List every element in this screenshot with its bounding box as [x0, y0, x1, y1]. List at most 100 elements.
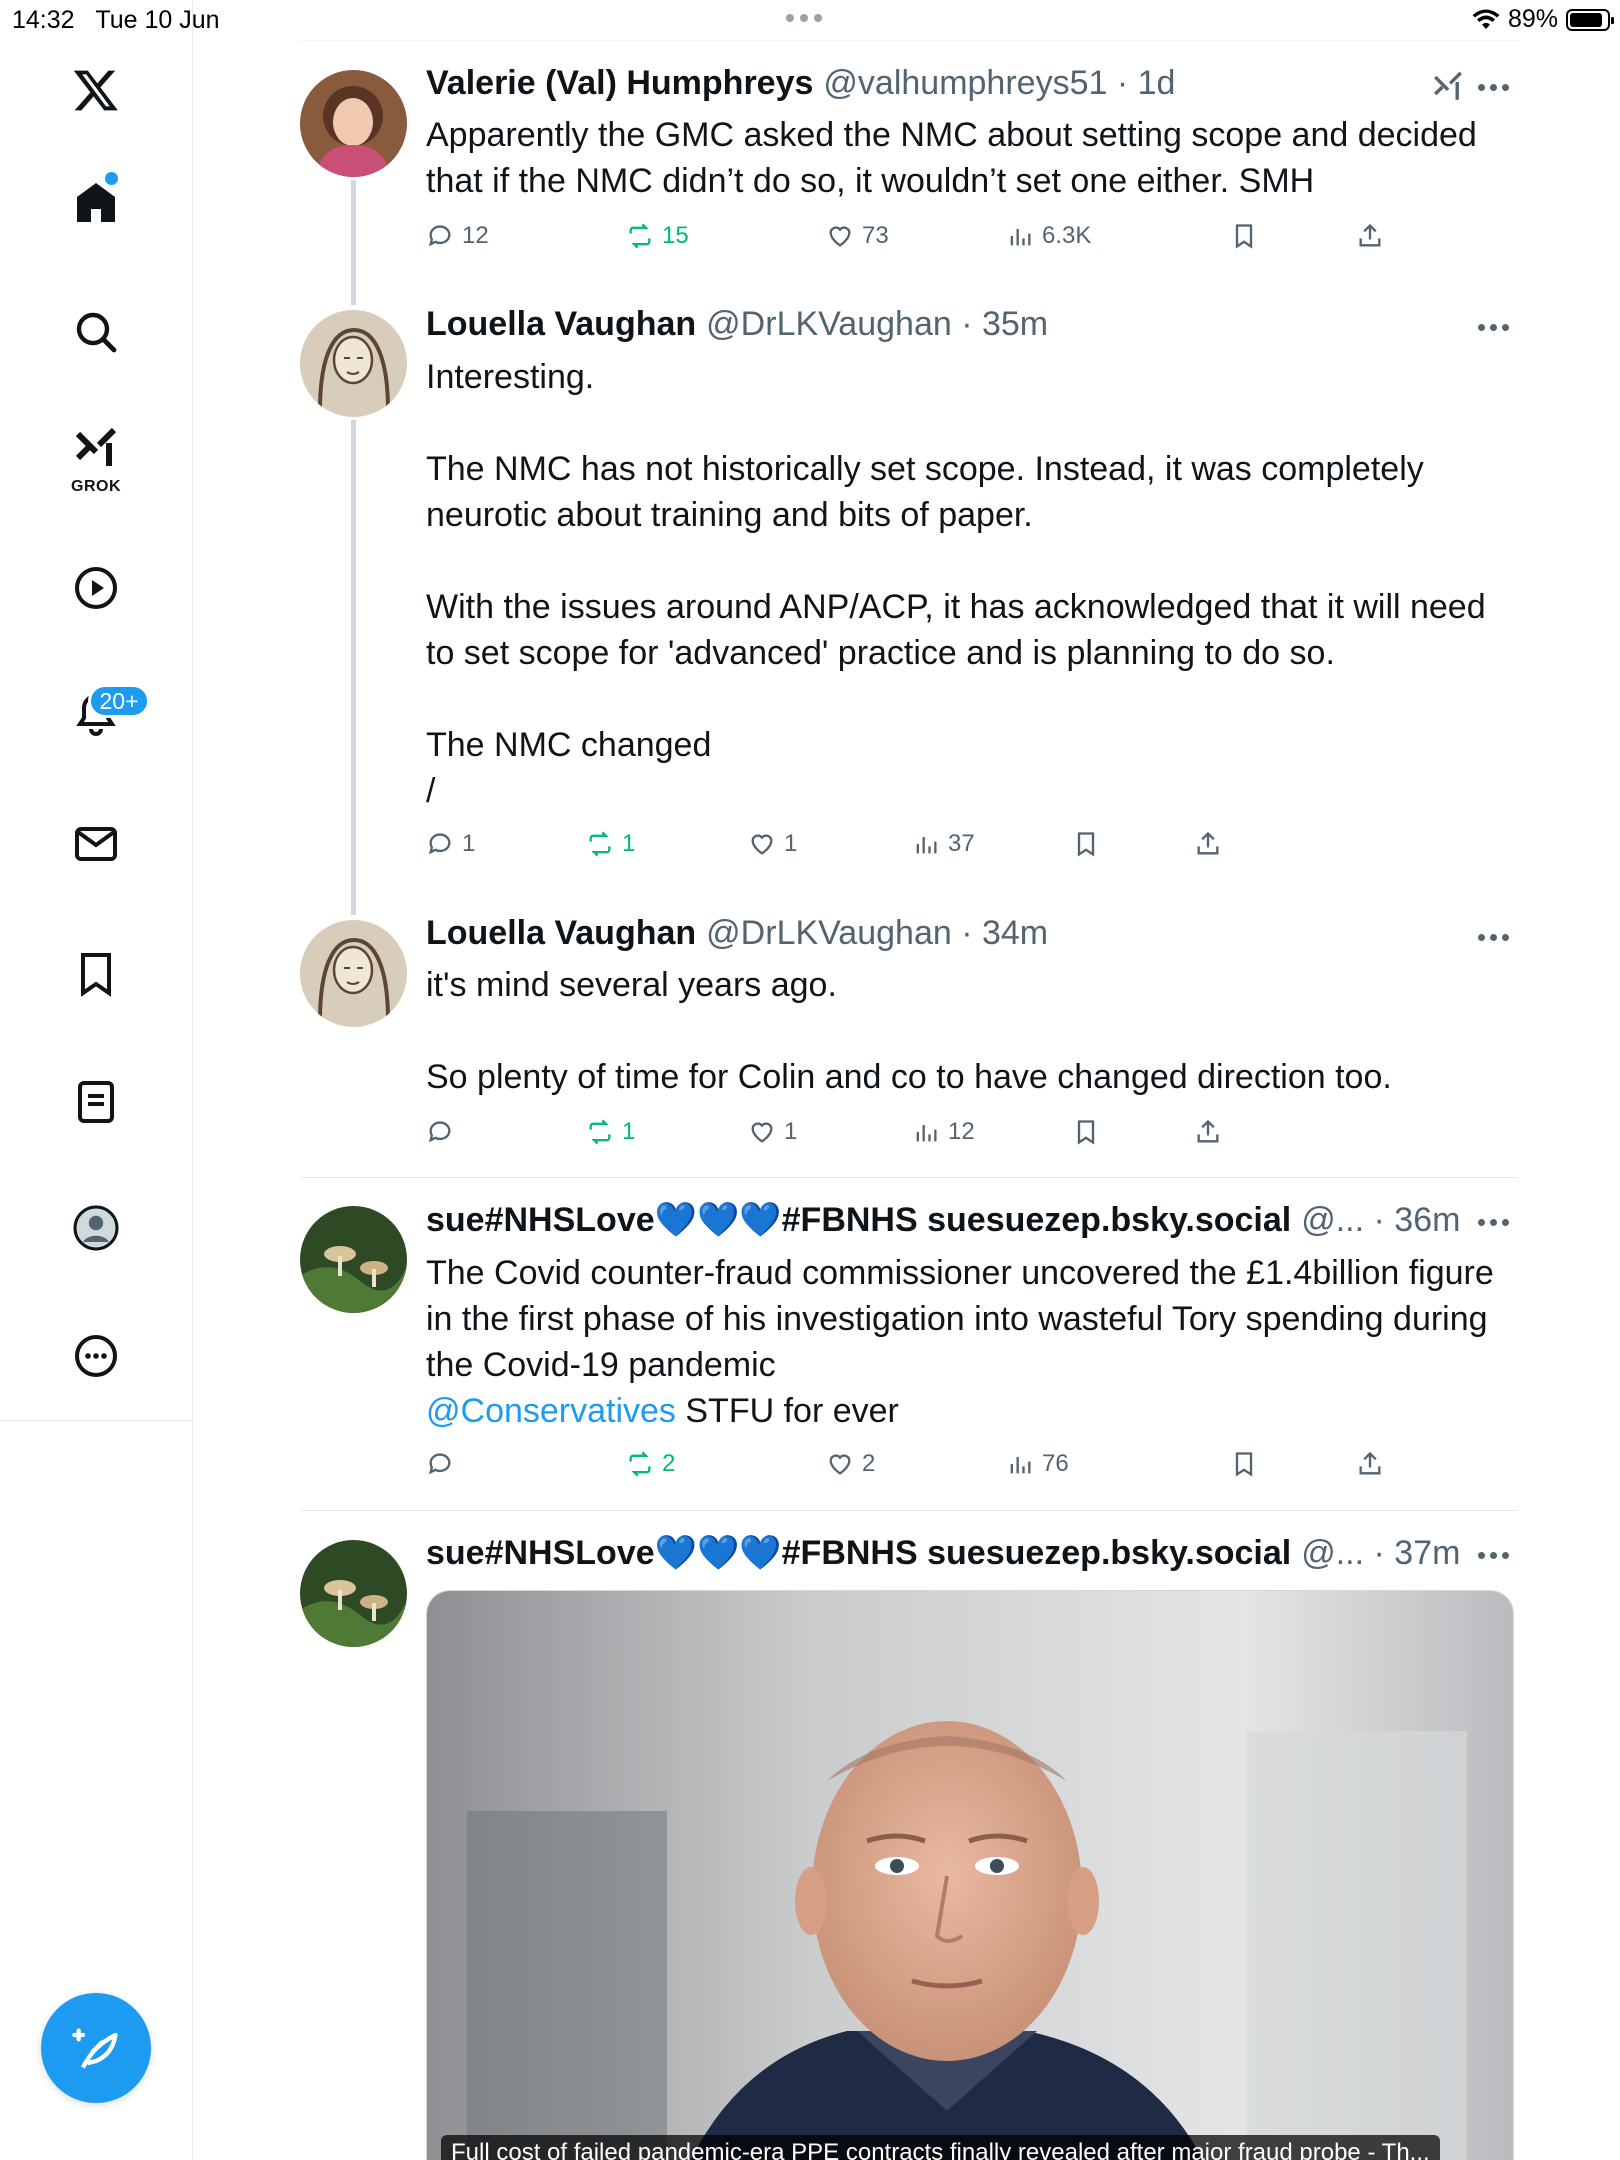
- share-button[interactable]: [1356, 222, 1384, 250]
- bookmark-button[interactable]: [1072, 830, 1100, 858]
- avatar[interactable]: [300, 70, 407, 177]
- home-unread-dot: [105, 172, 118, 185]
- repost-button[interactable]: 2: [626, 1450, 675, 1478]
- messages-icon[interactable]: [56, 804, 136, 884]
- bookmark-icon: [1235, 224, 1253, 249]
- views-count: 6.3K: [1042, 222, 1092, 249]
- bookmark-button[interactable]: [1230, 222, 1258, 250]
- tweet-header: sue#NHSLove💙💙💙#FBNHS suesuezep.bsky.soci…: [426, 1533, 1460, 1577]
- reply-button[interactable]: 12: [426, 222, 489, 250]
- views-icon: [1010, 229, 1031, 246]
- views-button[interactable]: 76: [1006, 1450, 1069, 1478]
- tweet-actions: 12 15 73 6.3K: [426, 222, 1516, 256]
- reply-button[interactable]: 1: [426, 830, 475, 858]
- reply-count: 1: [462, 830, 476, 857]
- share-button[interactable]: [1356, 1450, 1384, 1478]
- more-options-icon[interactable]: [1478, 1215, 1514, 1229]
- avatar[interactable]: [300, 1206, 407, 1313]
- more-options-icon[interactable]: [1478, 80, 1514, 94]
- repost-button[interactable]: 15: [626, 222, 689, 250]
- tweet-divider: [300, 1177, 1518, 1178]
- author-name[interactable]: sue#NHSLove💙💙💙#FBNHS suesuezep.bsky.soci…: [426, 1533, 1291, 1573]
- profile-icon[interactable]: [56, 1188, 136, 1268]
- views-button[interactable]: 6.3K: [1006, 222, 1091, 250]
- x-logo-icon[interactable]: [56, 50, 136, 130]
- compose-icon: [72, 2028, 118, 2069]
- more-options-icon[interactable]: [1478, 930, 1514, 944]
- author-handle[interactable]: @DrLKVaughan · 34m: [706, 914, 1048, 953]
- more-icon[interactable]: [56, 1316, 136, 1396]
- repost-count: 1: [622, 1118, 636, 1145]
- tweet-actions: 2 2 76: [426, 1450, 1516, 1484]
- lists-icon[interactable]: [56, 1062, 136, 1142]
- link-card-image[interactable]: Full cost of failed pandemic-era PPE con…: [426, 1590, 1514, 2160]
- more-options-icon[interactable]: [1478, 320, 1514, 334]
- bookmark-icon: [1077, 1120, 1095, 1145]
- heart-icon: [751, 1122, 773, 1143]
- heart-icon: [751, 834, 773, 855]
- views-icon: [916, 837, 937, 854]
- tweet-header: Louella Vaughan @DrLKVaughan · 34m: [426, 914, 1048, 958]
- compose-button[interactable]: [41, 1993, 151, 2103]
- grok-icon[interactable]: [1430, 70, 1466, 104]
- avatar[interactable]: [300, 310, 407, 417]
- avatar[interactable]: [300, 920, 407, 1027]
- repost-icon: [629, 1451, 651, 1477]
- avatar[interactable]: [300, 1540, 407, 1647]
- reply-count: 12: [462, 222, 489, 249]
- like-button[interactable]: 1: [748, 830, 797, 858]
- tweet-header: Valerie (Val) Humphreys @valhumphreys51 …: [426, 64, 1175, 108]
- home-icon[interactable]: [56, 162, 136, 242]
- bookmarks-icon[interactable]: [56, 934, 136, 1014]
- notifications-badge: 20+: [88, 684, 150, 718]
- reply-icon: [428, 225, 451, 247]
- tweet-actions: 1 1 1 37: [426, 830, 1516, 864]
- share-button[interactable]: [1194, 1118, 1222, 1146]
- like-count: 1: [784, 1118, 798, 1145]
- reply-button[interactable]: [426, 1118, 454, 1146]
- author-name[interactable]: sue#NHSLove💙💙💙#FBNHS suesuezep.bsky.soci…: [426, 1200, 1291, 1240]
- tweet-text: it's mind several years ago. So plenty o…: [426, 966, 1392, 1096]
- share-icon: [1197, 831, 1219, 855]
- tweet-divider: [300, 1510, 1518, 1511]
- reply-icon: [428, 1453, 451, 1475]
- repost-count: 2: [662, 1450, 676, 1477]
- like-button[interactable]: 73: [826, 222, 889, 250]
- repost-button[interactable]: 1: [586, 1118, 635, 1146]
- repost-count: 15: [662, 222, 689, 249]
- repost-icon: [629, 223, 651, 249]
- video-icon[interactable]: [56, 548, 136, 628]
- views-count: 12: [948, 1118, 975, 1145]
- link-card-caption: Full cost of failed pandemic-era PPE con…: [441, 2135, 1440, 2160]
- like-button[interactable]: 1: [748, 1118, 797, 1146]
- tweet-text: Interesting. The NMC has not historicall…: [426, 358, 1486, 810]
- author-name[interactable]: Valerie (Val) Humphreys: [426, 64, 813, 103]
- tweet-text: The Covid counter-fraud commissioner unc…: [426, 1254, 1494, 1430]
- tweet-text: Apparently the GMC asked the NMC about s…: [426, 116, 1487, 200]
- views-button[interactable]: 12: [912, 1118, 975, 1146]
- author-name[interactable]: Louella Vaughan: [426, 914, 696, 953]
- views-count: 37: [948, 830, 975, 857]
- author-handle[interactable]: @DrLKVaughan · 35m: [706, 305, 1048, 344]
- search-icon[interactable]: [56, 292, 136, 372]
- repost-count: 1: [622, 830, 636, 857]
- tweet-actions: 1 1 12: [426, 1118, 1516, 1152]
- reply-button[interactable]: [426, 1450, 454, 1478]
- views-button[interactable]: 37: [912, 830, 975, 858]
- mention-link[interactable]: @Conservatives: [426, 1392, 676, 1430]
- share-icon: [1359, 223, 1381, 247]
- top-divider: [300, 40, 1518, 41]
- author-handle[interactable]: @... · 37m: [1301, 1534, 1460, 1573]
- author-handle[interactable]: @valhumphreys51 · 1d: [823, 64, 1175, 103]
- share-icon: [1359, 1451, 1381, 1475]
- like-count: 73: [862, 222, 889, 249]
- bookmark-button[interactable]: [1072, 1118, 1100, 1146]
- like-button[interactable]: 2: [826, 1450, 875, 1478]
- author-name[interactable]: Louella Vaughan: [426, 305, 696, 344]
- more-options-icon[interactable]: [1478, 1548, 1514, 1562]
- reply-icon: [428, 833, 451, 855]
- bookmark-button[interactable]: [1230, 1450, 1258, 1478]
- share-button[interactable]: [1194, 830, 1222, 858]
- author-handle[interactable]: @... · 36m: [1301, 1201, 1460, 1240]
- repost-button[interactable]: 1: [586, 830, 635, 858]
